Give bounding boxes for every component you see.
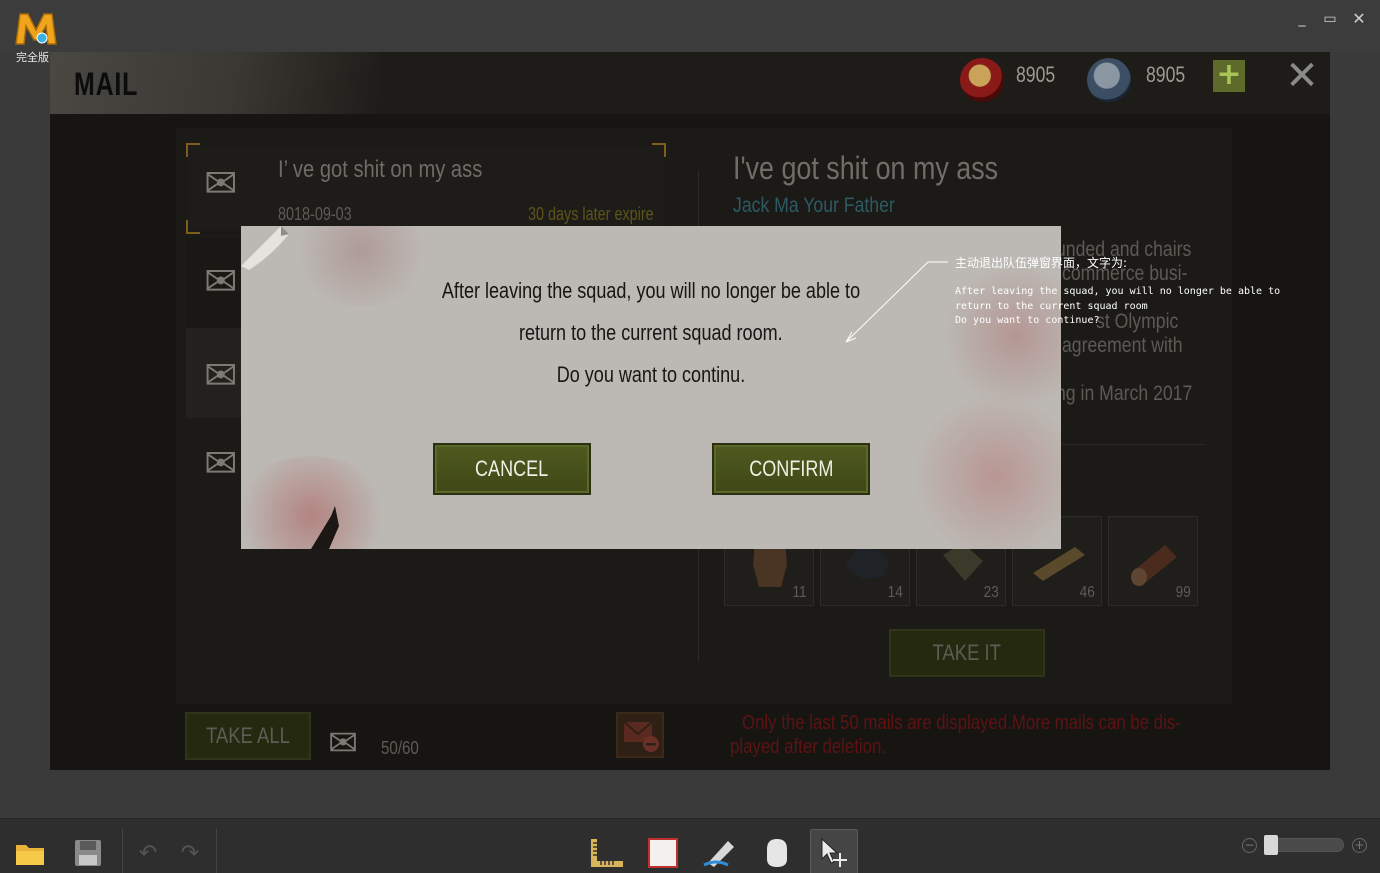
mail-detail-title: I've got shit on my ass — [733, 150, 999, 186]
bottom-toolbar: ↶ ↷ — [0, 818, 1380, 873]
delete-mail-icon — [623, 721, 659, 752]
maximize-icon[interactable]: ▭ — [1321, 10, 1339, 28]
mail-count: 50/60 — [381, 738, 419, 758]
page-title: MAIL — [74, 66, 139, 102]
rectangle-icon[interactable] — [639, 829, 687, 873]
dialog-message-line: return to the current squad room. — [519, 320, 783, 345]
dialog-message-line: Do you want to continu. — [556, 362, 746, 387]
app-title-bar: 完全版 _ ▭ ✕ — [0, 0, 1380, 64]
envelope-icon: ✉ — [204, 259, 238, 305]
mail-body-line: agreement with — [1062, 334, 1183, 357]
close-mail-button[interactable]: ✕ — [1282, 56, 1322, 96]
minimize-icon[interactable]: _ — [1293, 10, 1311, 28]
log-icon — [1131, 545, 1177, 586]
mail-detail-sender: Jack Ma Your Father — [733, 194, 895, 217]
take-all-button[interactable]: TAKE ALL — [185, 712, 311, 760]
mail-date: 8018-09-03 — [278, 204, 352, 224]
mail-body-line: ng in March 2017 — [1056, 382, 1193, 405]
cancel-button[interactable]: CANCEL — [433, 443, 591, 495]
eraser-icon[interactable] — [753, 829, 801, 873]
blue-coin-icon — [1087, 58, 1131, 102]
app-logo — [12, 8, 60, 48]
zoom-in-icon[interactable]: + — [1352, 838, 1367, 853]
zoom-slider[interactable] — [1268, 838, 1344, 852]
zoom-slider-thumb[interactable] — [1264, 835, 1278, 855]
take-it-label: TAKE IT — [932, 640, 1002, 665]
take-all-label: TAKE ALL — [206, 723, 290, 748]
take-it-button[interactable]: TAKE IT — [889, 629, 1045, 677]
attachment-slot[interactable]: 99 — [1108, 516, 1198, 606]
blue-coin-value: 8905 — [1146, 62, 1186, 87]
red-coin-value: 8905 — [1016, 62, 1056, 87]
close-icon[interactable]: ✕ — [1350, 10, 1368, 28]
item-count: 11 — [792, 584, 807, 601]
annotation-body: After leaving the squad, you will no lon… — [955, 285, 1280, 329]
open-folder-icon[interactable] — [6, 829, 54, 873]
item-count: 23 — [983, 584, 999, 601]
envelope-icon: ✉ — [204, 441, 238, 487]
app-logo-text: 完全版 — [16, 51, 49, 64]
annotation-line: Do you want to continue? — [955, 315, 1100, 326]
toolbar-separator — [122, 829, 123, 873]
item-count: 46 — [1079, 584, 1095, 601]
ink-stain — [911, 396, 1061, 549]
ink-splash — [311, 506, 339, 549]
delete-mail-button[interactable] — [616, 712, 664, 758]
move-icon[interactable] — [810, 829, 858, 873]
mail-attachment-icon: ✉ — [204, 161, 238, 207]
mail-count-icon: ✉ — [328, 723, 359, 764]
annotation-heading: 主动退出队伍弹窗界面，文字为: — [955, 256, 1128, 270]
annotation-line: After leaving the squad, you will no lon… — [955, 286, 1281, 297]
selection-corner — [652, 143, 666, 157]
cancel-label: CANCEL — [475, 456, 549, 481]
toolbar-separator — [216, 829, 217, 873]
mail-limit-warning: Only the last 50 mails are displayed.Mor… — [742, 712, 1181, 734]
save-icon[interactable] — [64, 829, 112, 873]
game-header: MAIL 8905 8905 + ✕ — [50, 52, 1330, 114]
item-count: 14 — [887, 584, 903, 601]
confirm-label: CONFIRM — [748, 456, 834, 481]
dialog-message-line: After leaving the squad, you will no lon… — [441, 278, 861, 303]
mail-expire: 30 days later expire — [528, 204, 654, 224]
selection-corner — [186, 220, 200, 234]
annotation-line: return to the current squad room — [955, 300, 1148, 312]
confirm-button[interactable]: CONFIRM — [712, 443, 870, 495]
zoom-out-icon[interactable]: − — [1242, 838, 1257, 853]
page-curl-icon — [241, 226, 289, 270]
undo-icon[interactable]: ↶ — [124, 829, 172, 873]
mail-subject: I’ ve got shit on my ass — [278, 156, 483, 183]
red-coin-icon — [960, 58, 1004, 102]
ruler-icon[interactable] — [582, 829, 630, 873]
item-count: 99 — [1175, 584, 1191, 601]
envelope-icon: ✉ — [204, 353, 238, 399]
add-currency-button[interactable]: + — [1213, 60, 1245, 92]
mail-limit-warning-2: played after deletion. — [730, 736, 886, 758]
redo-icon[interactable]: ↷ — [166, 829, 214, 873]
pen-icon[interactable] — [696, 829, 744, 873]
selection-corner — [186, 143, 200, 157]
leave-squad-dialog: After leaving the squad, you will no lon… — [241, 226, 1061, 549]
